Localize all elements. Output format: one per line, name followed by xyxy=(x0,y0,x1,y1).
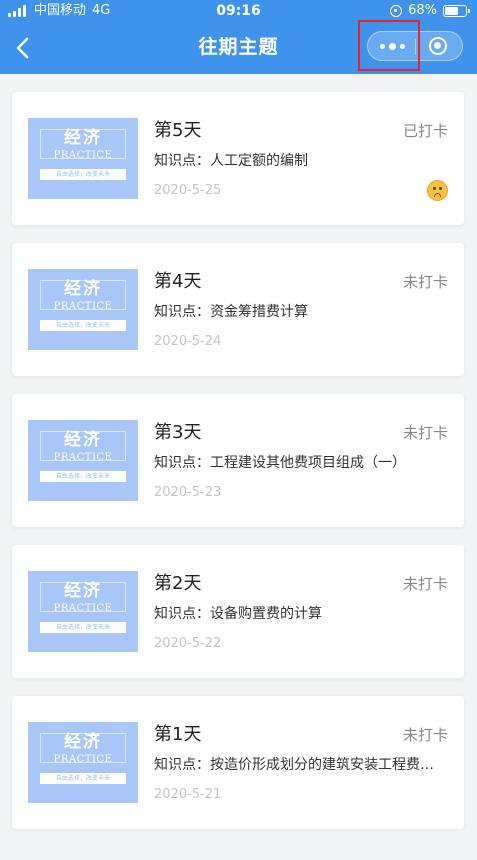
topic-card[interactable]: 经济 PRACTICE 自由选择，改变未来 第5天 已打卡 知识点：人工定额的编… xyxy=(12,92,464,225)
thumbnail-subtitle: PRACTICE xyxy=(53,150,113,161)
checkin-status: 已打卡 xyxy=(402,122,448,140)
thumbnail-title: 经济 xyxy=(64,581,102,601)
day-label: 第2天 xyxy=(154,573,202,594)
topic-thumbnail: 经济 PRACTICE 自由选择，改变未来 xyxy=(28,269,138,350)
topic-thumbnail: 经济 PRACTICE 自由选择，改变未来 xyxy=(28,420,138,501)
close-icon xyxy=(429,37,447,55)
more-icon xyxy=(379,42,405,50)
thumbnail-subtitle: PRACTICE xyxy=(53,452,113,463)
status-bar: 中国移动 4G 09:16 68% xyxy=(0,0,477,22)
thumbnail-title: 经济 xyxy=(64,279,102,299)
topic-thumbnail: 经济 PRACTICE 自由选择，改变未来 xyxy=(28,722,138,803)
checkin-status: 未打卡 xyxy=(402,273,448,291)
topic-card[interactable]: 经济 PRACTICE 自由选择，改变未来 第4天 未打卡 知识点：资金筹措费计… xyxy=(12,243,464,376)
date-label: 2020-5-25 xyxy=(154,183,222,198)
close-button[interactable] xyxy=(414,32,462,60)
topic-thumbnail: 经济 PRACTICE 自由选择，改变未来 xyxy=(28,571,138,652)
battery-percent: 68% xyxy=(408,3,437,18)
date-label: 2020-5-21 xyxy=(154,787,222,802)
day-label: 第5天 xyxy=(154,120,202,141)
date-label: 2020-5-23 xyxy=(154,485,222,500)
topic-card[interactable]: 经济 PRACTICE 自由选择，改变未来 第1天 未打卡 知识点：按造价形成划… xyxy=(12,696,464,829)
topic-thumbnail: 经济 PRACTICE 自由选择，改变未来 xyxy=(28,118,138,199)
knowledge-point: 知识点：资金筹措费计算 xyxy=(154,304,308,320)
thumbnail-title: 经济 xyxy=(64,128,102,148)
date-label: 2020-5-24 xyxy=(154,334,222,349)
checkin-status: 未打卡 xyxy=(402,575,448,593)
checkin-status: 未打卡 xyxy=(402,424,448,442)
knowledge-point: 知识点：工程建设其他费项目组成（一） xyxy=(154,455,406,471)
thumbnail-slogan: 自由选择，改变未来 xyxy=(40,320,126,331)
thumbnail-subtitle: PRACTICE xyxy=(53,301,113,312)
topic-list: 经济 PRACTICE 自由选择，改变未来 第5天 已打卡 知识点：人工定额的编… xyxy=(12,92,464,847)
mini-program-capsule xyxy=(367,31,463,61)
sad-face-icon xyxy=(427,180,448,201)
thumbnail-slogan: 自由选择，改变未来 xyxy=(40,471,126,482)
header: 中国移动 4G 09:16 68% 往期主题 xyxy=(0,0,477,74)
topic-card[interactable]: 经济 PRACTICE 自由选择，改变未来 第2天 未打卡 知识点：设备购置费的… xyxy=(12,545,464,678)
thumbnail-title: 经济 xyxy=(64,430,102,450)
knowledge-point: 知识点：按造价形成划分的建筑安装工程费用项目组成 xyxy=(154,757,444,773)
thumbnail-title: 经济 xyxy=(64,732,102,752)
topic-card[interactable]: 经济 PRACTICE 自由选择，改变未来 第3天 未打卡 知识点：工程建设其他… xyxy=(12,394,464,527)
orientation-lock-icon xyxy=(390,5,403,17)
day-label: 第4天 xyxy=(154,271,202,292)
thumbnail-subtitle: PRACTICE xyxy=(53,754,113,765)
knowledge-point: 知识点：人工定额的编制 xyxy=(154,153,308,169)
thumbnail-slogan: 自由选择，改变未来 xyxy=(40,773,126,784)
more-button[interactable] xyxy=(368,32,416,60)
thumbnail-slogan: 自由选择，改变未来 xyxy=(40,622,126,633)
date-label: 2020-5-22 xyxy=(154,636,222,651)
knowledge-point: 知识点：设备购置费的计算 xyxy=(154,606,322,622)
day-label: 第1天 xyxy=(154,724,202,745)
thumbnail-subtitle: PRACTICE xyxy=(53,603,113,614)
navigation-bar: 往期主题 xyxy=(0,22,477,74)
battery-icon xyxy=(443,5,470,17)
day-label: 第3天 xyxy=(154,422,202,443)
thumbnail-slogan: 自由选择，改变未来 xyxy=(40,169,126,180)
checkin-status: 未打卡 xyxy=(402,726,448,744)
